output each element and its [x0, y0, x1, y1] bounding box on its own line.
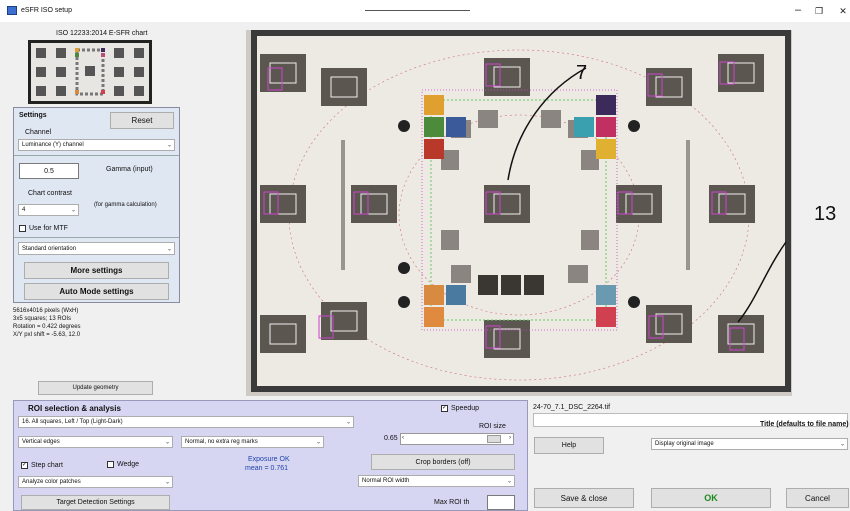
chevron-down-icon: ⌄ — [506, 478, 512, 485]
edges-value: Vertical edges — [22, 439, 60, 445]
save-close-button[interactable]: Save & close — [534, 488, 634, 508]
channel-label: Channel — [25, 129, 52, 136]
title-default-label: Title (defaults to file name) — [760, 421, 849, 428]
exposure-status: Exposure OK — [248, 456, 290, 463]
close-icon[interactable]: ✕ — [836, 6, 850, 17]
use-mtf-label: Use for MTF — [29, 225, 68, 232]
gamma-input[interactable]: 0.5 — [19, 163, 79, 179]
wedge-checkbox[interactable] — [107, 461, 114, 468]
app-icon — [7, 6, 17, 15]
minimize-icon[interactable]: – — [791, 4, 805, 16]
channel-value: Luminance (Y) channel — [22, 142, 84, 148]
roi-size-slider[interactable]: ‹ › — [400, 433, 514, 445]
annotation-label: 7 — [576, 62, 588, 84]
settings-title: Settings — [19, 112, 47, 119]
wedge-label: Wedge — [117, 461, 140, 468]
use-mtf-checkbox[interactable] — [19, 225, 26, 232]
title-bar: eSFR ISO setup – ❐ ✕ — [0, 0, 850, 22]
step-chart-checkbox[interactable]: ✓ — [21, 462, 28, 469]
window-title: eSFR ISO setup — [21, 7, 72, 14]
divider — [14, 237, 179, 238]
auto-mode-settings-button[interactable]: Auto Mode settings — [24, 283, 169, 300]
slider-thumb[interactable] — [487, 435, 501, 443]
cancel-button[interactable]: Cancel — [786, 488, 849, 508]
gamma-label: Gamma (input) — [106, 166, 153, 173]
speedup-checkbox[interactable]: ✓ — [441, 405, 448, 412]
restore-icon[interactable]: ❐ — [812, 6, 826, 17]
orientation-value: Standard orientation — [22, 245, 77, 252]
info-line: 5616x4016 pixels (WxH) — [13, 308, 79, 314]
channel-select[interactable]: Luminance (Y) channel ⌄ — [18, 139, 175, 151]
chevron-down-icon: ⌄ — [164, 479, 170, 486]
max-roi-label: Max ROI th — [434, 499, 470, 506]
display-value: Display original image — [655, 441, 714, 447]
settings-panel: Settings Reset Channel Luminance (Y) cha… — [13, 107, 180, 303]
chart-image[interactable]: 7 — [246, 30, 792, 396]
speedup-label: Speedup — [451, 405, 480, 412]
roi-selection-value: 16. All squares, Left / Top (Light-Dark) — [22, 419, 123, 425]
max-roi-input[interactable] — [487, 495, 515, 510]
orientation-select[interactable]: Standard orientation ⌄ — [18, 242, 175, 255]
title-underline — [365, 10, 470, 11]
ok-button[interactable]: OK — [651, 488, 771, 508]
color-patches-select[interactable]: Analyze color patches ⌄ — [18, 476, 173, 488]
color-patches-value: Analyze color patches — [22, 479, 81, 485]
chevron-down-icon: ⌄ — [839, 441, 845, 448]
roi-width-value: Normal ROI width — [362, 478, 410, 484]
info-line: 3x5 squares; 13 ROIs — [13, 316, 72, 322]
more-settings-button[interactable]: More settings — [24, 262, 169, 279]
roi-width-select[interactable]: Normal ROI width ⌄ — [358, 475, 515, 487]
chevron-down-icon: ⌄ — [164, 439, 170, 446]
crop-borders-button[interactable]: Crop borders (off) — [371, 454, 515, 470]
thumbnail-title: ISO 12233:2014 E-SFR chart — [56, 30, 148, 37]
contrast-note: (for gamma calculation) — [94, 202, 157, 208]
image-info: 5616x4016 pixels (WxH) 3x5 squares; 13 R… — [13, 307, 81, 339]
slider-value: 0.65 — [384, 435, 398, 442]
help-button[interactable]: Help — [534, 437, 604, 454]
info-line: X/Y pxl shift = -5.63, 12.0 — [13, 332, 81, 338]
chevron-down-icon: ⌄ — [166, 246, 172, 252]
chevron-down-icon: ⌄ — [315, 439, 321, 446]
roi-panel: ROI selection & analysis ✓ Speedup 16. A… — [13, 400, 528, 511]
target-detection-button[interactable]: Target Detection Settings — [21, 495, 170, 510]
exposure-mean: mean = 0.761 — [245, 465, 289, 472]
step-chart-label: Step chart — [31, 462, 63, 469]
contrast-label: Chart contrast — [28, 190, 72, 197]
roi-size-label: ROI size — [479, 423, 506, 430]
divider — [14, 155, 179, 156]
contrast-value: 4 — [22, 207, 26, 213]
marks-select[interactable]: Normal, no extra reg marks ⌄ — [181, 436, 324, 448]
chevron-left-icon[interactable]: ‹ — [402, 435, 404, 441]
filename: 24-70_7.1_DSC_2264.tif — [533, 404, 611, 411]
annotation-label: 13 — [814, 203, 837, 225]
reset-button[interactable]: Reset — [110, 112, 174, 129]
marks-value: Normal, no extra reg marks — [185, 439, 258, 445]
chevron-right-icon[interactable]: › — [509, 435, 511, 441]
chart-thumbnail — [28, 40, 152, 104]
chevron-down-icon: ⌄ — [345, 419, 351, 426]
display-select[interactable]: Display original image ⌄ — [651, 438, 848, 450]
chevron-down-icon: ⌄ — [70, 207, 76, 214]
update-geometry-button[interactable]: Update geometry — [38, 381, 153, 395]
info-line: Rotation = 0.422 degrees — [13, 324, 81, 330]
contrast-select[interactable]: 4 ⌄ — [18, 204, 79, 216]
chevron-down-icon: ⌄ — [166, 142, 172, 149]
roi-title: ROI selection & analysis — [28, 404, 121, 413]
roi-selection-select[interactable]: 16. All squares, Left / Top (Light-Dark)… — [18, 416, 354, 428]
edges-select[interactable]: Vertical edges ⌄ — [18, 436, 173, 448]
